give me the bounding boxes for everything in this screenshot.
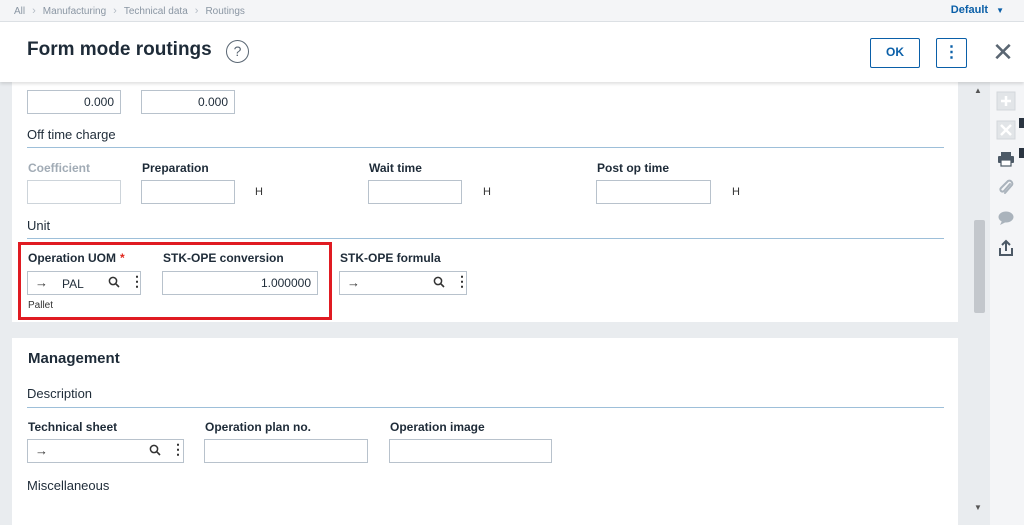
top-bar: All › Manufacturing › Technical data › R… (0, 0, 1024, 22)
wait-time-field[interactable] (368, 180, 462, 204)
management-card (12, 338, 958, 525)
breadcrumb-technical-data[interactable]: Technical data (124, 6, 188, 17)
section-divider (27, 147, 944, 148)
top-value-1-field[interactable]: 0.000 (27, 90, 121, 114)
highlight-box (18, 242, 332, 320)
operation-image-field[interactable] (389, 439, 552, 463)
preparation-label: Preparation (142, 161, 209, 175)
arrow-right-icon[interactable]: → (35, 443, 48, 458)
chevron-right-icon: › (113, 5, 117, 17)
post-op-time-unit: H (732, 186, 740, 198)
breadcrumb-manufacturing[interactable]: Manufacturing (43, 6, 106, 17)
coefficient-label: Coefficient (28, 161, 91, 175)
page-header: Form mode routings ? OK ⋮ ✕ (0, 22, 1024, 82)
stk-ope-formula-label: STK-OPE formula (340, 251, 441, 265)
ok-button[interactable]: OK (870, 38, 920, 68)
section-divider (27, 238, 944, 239)
plus-icon[interactable] (993, 89, 1019, 113)
stk-ope-formula-lookup[interactable]: → ⋮ (339, 271, 469, 295)
breadcrumb-routings[interactable]: Routings (205, 6, 244, 17)
default-menu[interactable]: Default ▼ (951, 4, 1004, 16)
share-icon[interactable] (993, 236, 1019, 260)
operation-plan-field[interactable] (204, 439, 368, 463)
chevron-right-icon: › (32, 5, 36, 17)
print-icon[interactable] (993, 147, 1019, 171)
operation-plan-label: Operation plan no. (205, 420, 312, 434)
scroll-down-icon[interactable]: ▼ (974, 503, 982, 512)
unit-section-label: Unit (27, 218, 51, 233)
page-title: Form mode routings (27, 39, 212, 60)
technical-sheet-label: Technical sheet (28, 420, 118, 434)
post-op-time-label: Post op time (597, 161, 670, 175)
miscellaneous-label: Miscellaneous (27, 478, 110, 493)
vertical-dots-icon[interactable]: ⋮ (171, 441, 185, 458)
search-icon[interactable] (433, 276, 445, 288)
wait-time-unit: H (483, 186, 491, 198)
preparation-field[interactable] (141, 180, 235, 204)
section-divider (27, 407, 944, 408)
close-icon[interactable]: ✕ (990, 38, 1016, 68)
post-op-time-field[interactable] (596, 180, 711, 204)
vertical-dots-icon[interactable]: ⋮ (455, 273, 469, 290)
management-title: Management (28, 350, 120, 367)
wait-time-label: Wait time (369, 161, 422, 175)
breadcrumb: All › Manufacturing › Technical data › R… (14, 5, 245, 17)
coefficient-field (27, 180, 121, 204)
search-icon[interactable] (149, 444, 161, 456)
scroll-up-icon[interactable]: ▲ (974, 86, 982, 95)
side-edge-mark (1019, 148, 1024, 158)
arrow-right-icon[interactable]: → (347, 275, 360, 290)
chevron-right-icon: › (194, 5, 199, 17)
off-time-charge-label: Off time charge (27, 127, 116, 142)
more-actions-button[interactable]: ⋮ (936, 38, 967, 68)
top-value-2-field[interactable]: 0.000 (141, 90, 235, 114)
operation-image-label: Operation image (390, 420, 485, 434)
breadcrumb-all[interactable]: All (14, 6, 25, 17)
help-icon[interactable]: ? (226, 40, 249, 63)
preparation-unit: H (255, 186, 263, 198)
technical-sheet-lookup[interactable]: → ⋮ (27, 439, 185, 463)
scrollbar-thumb[interactable] (974, 220, 985, 313)
side-edge-mark (1019, 118, 1024, 128)
description-label: Description (27, 386, 93, 401)
default-menu-label: Default (950, 4, 989, 16)
delete-icon[interactable] (993, 118, 1019, 142)
comment-icon[interactable] (993, 206, 1019, 230)
caret-down-icon: ▼ (996, 5, 1004, 15)
paperclip-icon[interactable] (993, 176, 1019, 200)
